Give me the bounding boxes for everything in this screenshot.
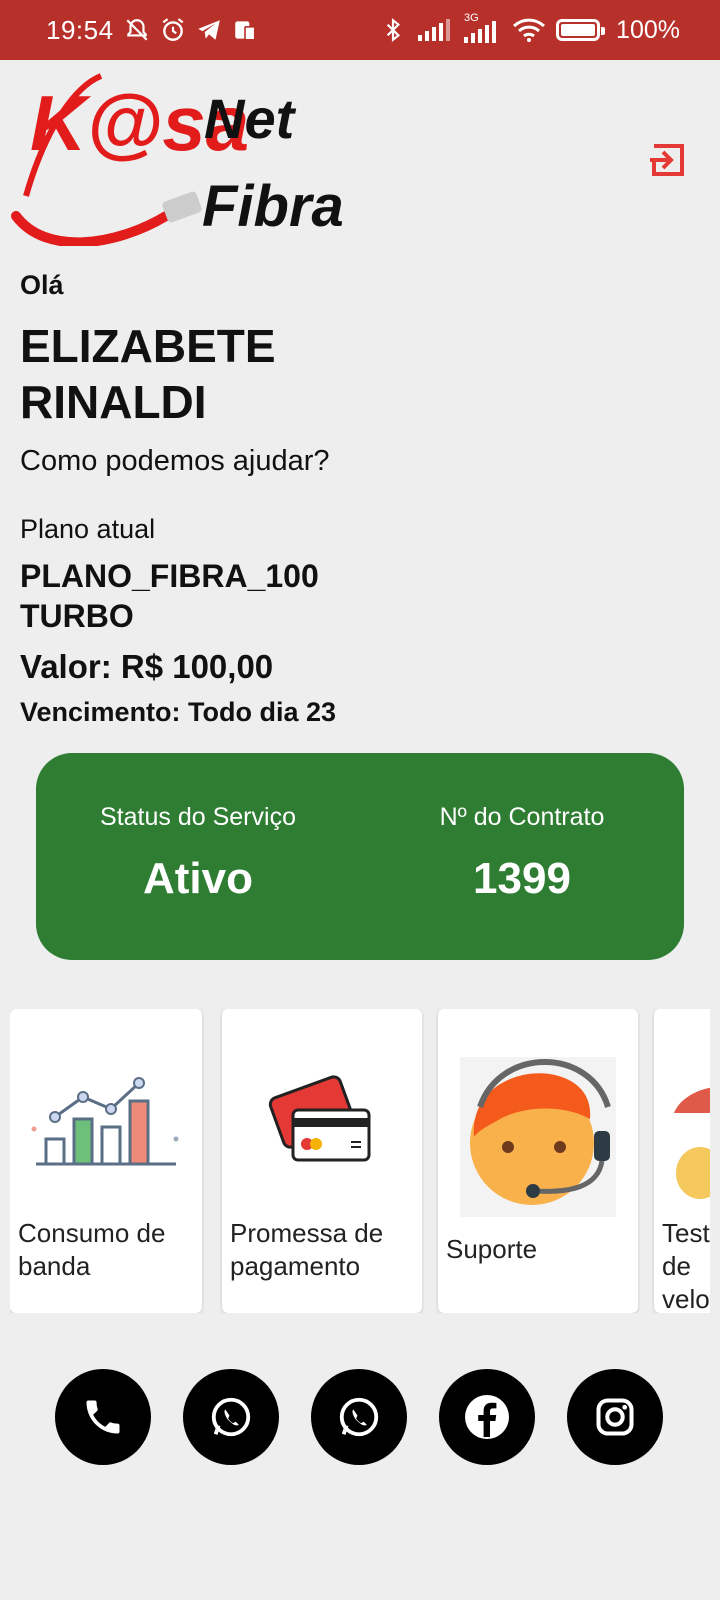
logout-icon[interactable] xyxy=(648,140,688,180)
wifi-icon xyxy=(513,18,546,42)
service-cards: Consumo de banda Promessa de pagamento S… xyxy=(10,1009,710,1313)
card-suporte[interactable]: Suporte xyxy=(438,1009,638,1313)
user-name: ELIZABETE RINALDI xyxy=(20,320,276,428)
facebook-button[interactable] xyxy=(439,1369,535,1465)
logo-fibra: Fibra xyxy=(202,174,344,239)
service-status-card: Status do Serviço Ativo Nº do Contrato 1… xyxy=(36,753,684,960)
card-title: Promessa de pagamento xyxy=(230,1218,384,1281)
plan-value: Valor: R$ 100,00 xyxy=(20,648,274,685)
card-title: Consumo de banda xyxy=(18,1218,166,1281)
service-status-label: Status do Serviço xyxy=(100,803,296,831)
instagram-button[interactable] xyxy=(567,1369,663,1465)
status-bar: 19:54 3G 100% xyxy=(0,0,720,60)
whatsapp-icon xyxy=(339,1397,379,1437)
telegram-icon xyxy=(197,20,220,40)
phone-icon xyxy=(86,1400,120,1434)
card-title: Teste de velocidade xyxy=(662,1218,710,1313)
brand-logo: K@sa Net Fibra xyxy=(11,73,344,246)
phone-button[interactable] xyxy=(55,1369,151,1465)
whatsapp-button-2[interactable] xyxy=(311,1369,407,1465)
speedometer-icon xyxy=(674,1087,710,1199)
support-agent-icon xyxy=(460,1057,616,1217)
help-question: Como podemos ajudar? xyxy=(20,445,330,477)
plan-label: Plano atual xyxy=(20,514,156,544)
logo-net: Net xyxy=(204,87,297,150)
alarm-icon xyxy=(162,18,183,41)
plan-due-date: Vencimento: Todo dia 23 xyxy=(20,697,337,727)
card-consumo-banda[interactable]: Consumo de banda xyxy=(10,1009,202,1313)
muted-alarm-icon xyxy=(126,19,148,41)
sim-icon xyxy=(234,21,256,41)
signal-icon xyxy=(418,19,451,41)
bluetooth-icon xyxy=(386,17,401,43)
card-teste-velocidade[interactable]: Teste de velocidade xyxy=(654,1009,710,1313)
chart-icon xyxy=(31,1077,179,1166)
card-promessa-pagamento[interactable]: Promessa de pagamento xyxy=(222,1009,422,1313)
service-status: Status do Serviço Ativo xyxy=(36,753,360,960)
card-title: Suporte xyxy=(446,1234,538,1264)
whatsapp-button-1[interactable] xyxy=(183,1369,279,1465)
battery-icon xyxy=(556,19,606,41)
facebook-icon xyxy=(465,1395,509,1439)
credit-card-icon xyxy=(268,1075,371,1162)
greeting-hello: Olá xyxy=(20,270,64,300)
instagram-icon xyxy=(596,1398,634,1436)
plan-name: PLANO_FIBRA_100 TURBO xyxy=(20,558,319,634)
contract-number-label: Nº do Contrato xyxy=(439,803,605,831)
contract-number: Nº do Contrato 1399 xyxy=(360,753,684,960)
whatsapp-icon xyxy=(211,1397,251,1437)
status-time: 19:54 xyxy=(46,14,114,45)
signal-3g-icon: 3G xyxy=(462,12,502,45)
battery-percent: 100% xyxy=(616,15,680,44)
service-status-value: Ativo xyxy=(143,854,253,903)
contract-number-value: 1399 xyxy=(473,854,571,903)
